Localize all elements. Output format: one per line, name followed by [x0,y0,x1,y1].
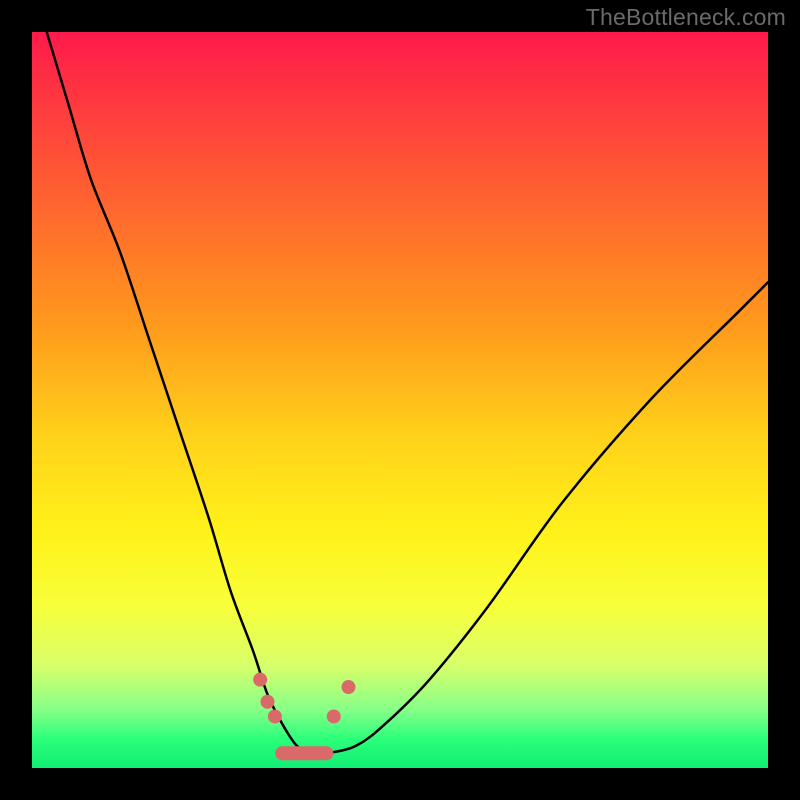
chart-frame: TheBottleneck.com [0,0,800,800]
plateau-dot [327,709,341,723]
plot-area [32,32,768,768]
plateau-dot [261,695,275,709]
plateau-dots [253,673,355,724]
plateau-dot [268,709,282,723]
bottleneck-curve [47,32,768,754]
chart-svg [32,32,768,768]
plateau-dot [253,673,267,687]
plateau-dot [341,680,355,694]
watermark-text: TheBottleneck.com [586,4,786,31]
